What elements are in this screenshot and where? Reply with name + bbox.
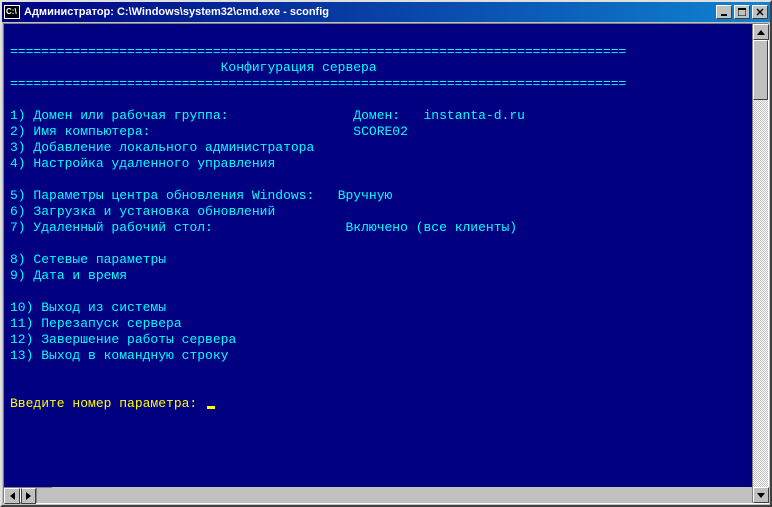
blank-line [10,92,18,107]
maximize-button[interactable] [734,5,750,19]
blank-line [10,364,18,379]
scroll-down-button[interactable] [753,487,769,503]
blank-line [10,380,18,395]
vscroll-thumb[interactable] [753,40,768,100]
vscroll-track[interactable] [753,40,768,487]
maximize-icon [738,8,746,16]
menu-item-2: 2) Имя компьютера: SCORE02 [10,124,408,139]
blank-line [10,284,18,299]
minimize-icon [720,8,728,16]
close-icon [756,8,764,16]
menu-item-13: 13) Выход в командную строку [10,348,228,363]
arrow-up-icon [757,30,765,35]
menu-item-9: 9) Дата и время [10,268,127,283]
menu-item-6: 6) Загрузка и установка обновлений [10,204,275,219]
cmd-window: C:\ Администратор: C:\Windows\system32\c… [0,0,772,507]
arrow-left-icon [10,492,15,500]
console-output[interactable]: ========================================… [4,24,752,487]
client-area: ========================================… [3,23,769,504]
horizontal-scrollbar[interactable] [4,487,36,503]
blank-line [10,28,18,43]
cmd-icon: C:\ [4,5,20,19]
menu-item-11: 11) Перезапуск сервера [10,316,182,331]
arrow-down-icon [757,493,765,498]
scroll-up-button[interactable] [753,24,769,40]
scrollbar-corner [36,487,52,503]
menu-item-5: 5) Параметры центра обновления Windows: … [10,188,392,203]
minimize-button[interactable] [716,5,732,19]
input-prompt[interactable]: Введите номер параметра: [10,396,215,411]
menu-item-10: 10) Выход из системы [10,300,166,315]
menu-item-3: 3) Добавление локального администратора [10,140,314,155]
cursor-icon [207,406,215,409]
menu-item-8: 8) Сетевые параметры [10,252,166,267]
blank-line [10,236,18,251]
scroll-right-button[interactable] [20,488,36,504]
window-controls [716,5,768,19]
menu-item-1: 1) Домен или рабочая группа: Домен: inst… [10,108,525,123]
scroll-left-button[interactable] [4,488,20,504]
titlebar[interactable]: C:\ Администратор: C:\Windows\system32\c… [2,2,770,22]
vertical-scrollbar[interactable] [752,24,768,503]
menu-item-12: 12) Завершение работы сервера [10,332,236,347]
blank-line [10,172,18,187]
page-title: Конфигурация сервера [10,60,377,75]
menu-item-4: 4) Настройка удаленного управления [10,156,275,171]
arrow-right-icon [26,492,31,500]
menu-item-7: 7) Удаленный рабочий стол: Включено (все… [10,220,517,235]
hscroll-thumb[interactable] [20,488,22,503]
close-button[interactable] [752,5,768,19]
divider-top: ========================================… [10,44,626,59]
window-title: Администратор: C:\Windows\system32\cmd.e… [24,6,716,18]
divider-bottom: ========================================… [10,76,626,91]
